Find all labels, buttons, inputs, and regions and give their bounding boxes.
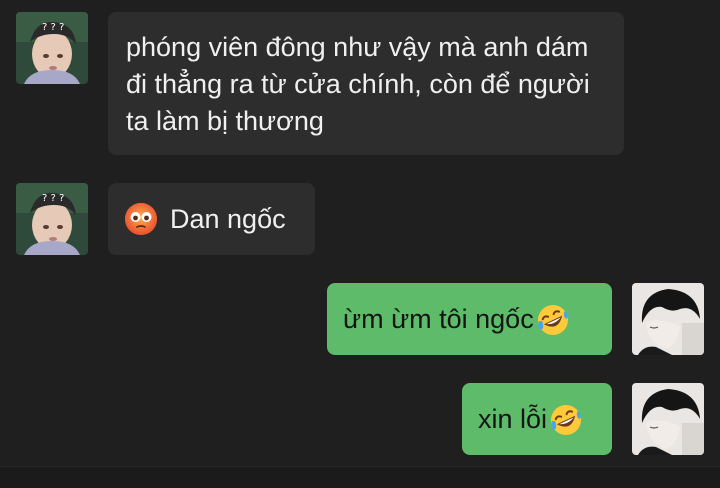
my-avatar[interactable] xyxy=(632,383,704,455)
message-text: phóng viên đông như vậy mà anh dám đi th… xyxy=(126,32,590,136)
message-text: Dan ngốc xyxy=(170,204,286,234)
rofl-emoji-icon xyxy=(549,403,583,447)
svg-text:? ? ?: ? ? ? xyxy=(42,22,64,33)
input-bar[interactable] xyxy=(0,466,720,488)
message-row: ừm ừm tôi ngốc xyxy=(327,283,704,355)
message-row: ? ? ? phóng viên đông như vậy mà anh dám… xyxy=(16,12,624,155)
chat-window: ? ? ? phóng viên đông như vậy mà anh dám… xyxy=(0,0,720,488)
my-avatar[interactable] xyxy=(632,283,704,355)
message-row: xin lỗi xyxy=(462,383,704,455)
contact-avatar[interactable]: ? ? ? xyxy=(16,183,88,255)
contact-avatar[interactable]: ? ? ? xyxy=(16,12,88,84)
incoming-message-bubble[interactable]: phóng viên đông như vậy mà anh dám đi th… xyxy=(108,12,624,155)
message-row: ? ? ? Dan ngốc xyxy=(16,183,315,255)
svg-text:? ? ?: ? ? ? xyxy=(42,193,64,204)
message-text: xin lỗi xyxy=(478,404,548,434)
rofl-emoji-icon xyxy=(536,303,570,347)
outgoing-message-bubble[interactable]: ừm ừm tôi ngốc xyxy=(327,283,612,355)
outgoing-message-bubble[interactable]: xin lỗi xyxy=(462,383,612,455)
flushed-face-emoji-icon xyxy=(124,202,158,246)
message-text: ừm ừm tôi ngốc xyxy=(343,304,534,334)
incoming-message-bubble[interactable]: Dan ngốc xyxy=(108,183,315,255)
